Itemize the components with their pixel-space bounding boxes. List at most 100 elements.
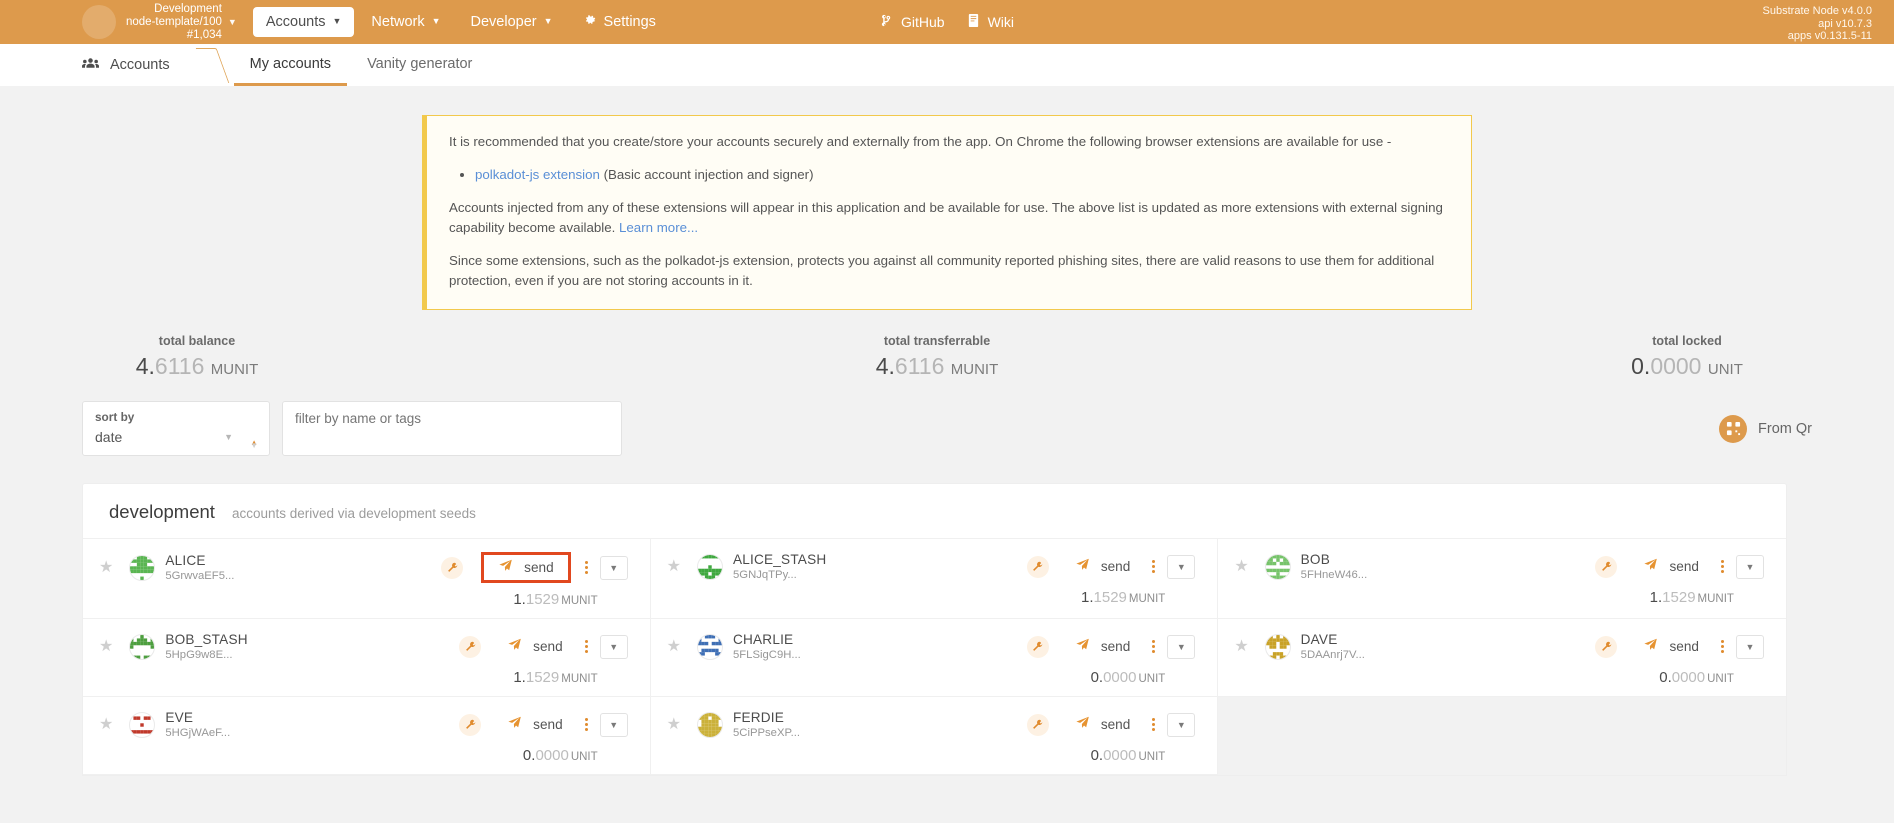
identicon [697, 633, 723, 660]
expand-row-button[interactable]: ▼ [1167, 712, 1196, 737]
identicon [1264, 553, 1291, 580]
chain-block-number: #1,034 [186, 28, 222, 41]
tab-my-accounts-label: My accounts [249, 55, 332, 72]
account-actions: send ▼ [1595, 552, 1764, 581]
nav-item-network[interactable]: Network ▼ [358, 7, 453, 37]
balance-whole: 1. [1081, 589, 1094, 606]
wrench-icon[interactable] [1595, 555, 1618, 578]
more-options-icon[interactable] [1152, 560, 1156, 573]
breadcrumb-separator [200, 44, 230, 86]
banner-paragraph-2-text: Accounts injected from any of these exte… [449, 200, 1443, 235]
more-options-icon[interactable] [1152, 640, 1156, 653]
favorite-star-icon[interactable]: ★ [1234, 638, 1248, 655]
more-options-icon[interactable] [584, 718, 588, 731]
wrench-icon[interactable] [459, 635, 482, 658]
account-group-description: accounts derived via development seeds [231, 506, 476, 521]
chevron-down-icon: ▼ [332, 16, 342, 26]
account-name: FERDIE [733, 710, 785, 725]
send-button[interactable]: send [499, 710, 570, 739]
more-options-icon[interactable] [1152, 718, 1156, 731]
favorite-star-icon[interactable]: ★ [667, 638, 681, 655]
more-options-icon[interactable] [1720, 640, 1724, 653]
expand-row-button[interactable]: ▼ [599, 555, 628, 580]
balance-whole: 0. [1090, 747, 1104, 764]
favorite-star-icon[interactable]: ★ [99, 638, 113, 655]
expand-row-button[interactable]: ▼ [1735, 634, 1764, 659]
more-options-icon[interactable] [584, 561, 588, 574]
favorite-star-icon[interactable]: ★ [667, 558, 681, 575]
nav-item-developer-label: Developer [470, 14, 537, 30]
chevron-down-icon: ▼ [543, 16, 553, 26]
polkadot-js-extension-link[interactable]: polkadot-js extension [475, 167, 600, 182]
wrench-icon[interactable] [459, 713, 482, 736]
expand-row-button[interactable]: ▼ [599, 712, 628, 737]
extension-description: (Basic account injection and signer) [599, 167, 814, 182]
send-button-label: send [1100, 717, 1131, 732]
balance-frac: 0000 [1103, 747, 1137, 764]
send-button[interactable]: send [499, 632, 570, 661]
identicon [129, 633, 156, 660]
balance-unit: UNIT [1707, 673, 1734, 685]
filter-input-wrapper[interactable] [282, 401, 622, 456]
account-actions: send ▼ [1026, 632, 1196, 661]
search-input[interactable] [295, 411, 609, 426]
wiki-link[interactable]: Wiki [967, 13, 1014, 31]
send-button[interactable]: send [1067, 710, 1138, 739]
github-link[interactable]: GitHub [880, 13, 945, 31]
favorite-star-icon[interactable]: ★ [99, 559, 113, 576]
account-row: ★ BOB_STASH 5HpG9w8E... send ▼ 1.1529 MUNIT [83, 619, 651, 697]
wrench-icon[interactable] [1595, 635, 1618, 658]
send-button-label: send [524, 560, 554, 575]
wrench-icon[interactable] [441, 556, 464, 579]
account-balance: 0.0000 UNIT [1091, 669, 1166, 686]
main-content: It is recommended that you create/store … [0, 86, 1894, 776]
favorite-star-icon[interactable]: ★ [667, 716, 681, 733]
favorite-star-icon[interactable]: ★ [99, 716, 113, 733]
account-actions: send ▼ [441, 552, 628, 583]
expand-row-button[interactable]: ▼ [1735, 554, 1764, 579]
expand-row-button[interactable]: ▼ [599, 634, 628, 659]
chain-selector[interactable]: Development node-template/100 #1,034 ▼ [126, 3, 237, 42]
summary-total-balance-label: total balance [158, 334, 236, 348]
tab-vanity-generator-label: Vanity generator [367, 55, 473, 72]
send-button[interactable]: send [1635, 552, 1706, 581]
summary-total-balance: total balance 4.6116 MUNIT [82, 334, 312, 380]
wrench-icon[interactable] [1026, 713, 1049, 736]
learn-more-link[interactable]: Learn more... [619, 220, 698, 235]
account-actions: send ▼ [1026, 552, 1196, 581]
account-identity: EVE 5HGjWAeF... [165, 710, 230, 739]
wrench-icon[interactable] [1026, 555, 1049, 578]
more-options-icon[interactable] [1720, 560, 1724, 573]
accounts-table-wrapper: development accounts derived via develop… [0, 483, 1894, 776]
topbar-links: GitHub Wiki [880, 13, 1014, 31]
send-button[interactable]: send [481, 552, 571, 583]
send-button[interactable]: send [1635, 632, 1706, 661]
balance-frac: 0000 [535, 747, 569, 764]
top-bar: Development node-template/100 #1,034 ▼ A… [0, 0, 1894, 44]
send-button-label: send [1669, 559, 1699, 574]
balance-whole: 0. [1090, 669, 1104, 686]
send-button[interactable]: send [1067, 552, 1138, 581]
more-options-icon[interactable] [584, 640, 588, 653]
sort-by-select[interactable]: sort by date ▼ ▲ ▼ [82, 401, 270, 456]
tab-vanity-generator[interactable]: Vanity generator [351, 44, 488, 86]
favorite-star-icon[interactable]: ★ [1234, 558, 1248, 575]
wrench-icon[interactable] [1026, 635, 1049, 658]
account-name: ALICE [165, 553, 206, 568]
account-balance: 1.1529 MUNIT [513, 669, 597, 686]
nav-item-settings[interactable]: Settings [570, 6, 669, 38]
identicon [129, 554, 156, 581]
send-button[interactable]: send [1067, 632, 1138, 661]
account-group-name: development [109, 501, 215, 522]
chevron-down-icon: ▼ [431, 16, 441, 26]
sort-direction-stepper[interactable]: ▲ ▼ [250, 439, 258, 450]
tab-bar: Accounts My accounts Vanity generator [0, 44, 1894, 86]
nav-item-accounts[interactable]: Accounts ▼ [252, 7, 355, 37]
expand-row-button[interactable]: ▼ [1167, 554, 1196, 579]
expand-row-button[interactable]: ▼ [1167, 634, 1196, 659]
nav-item-developer[interactable]: Developer ▼ [458, 7, 566, 37]
balance-whole: 0. [522, 747, 536, 764]
from-qr-button[interactable]: From Qr [1719, 414, 1812, 443]
tab-my-accounts[interactable]: My accounts [233, 44, 348, 86]
account-actions: send ▼ [459, 710, 628, 739]
